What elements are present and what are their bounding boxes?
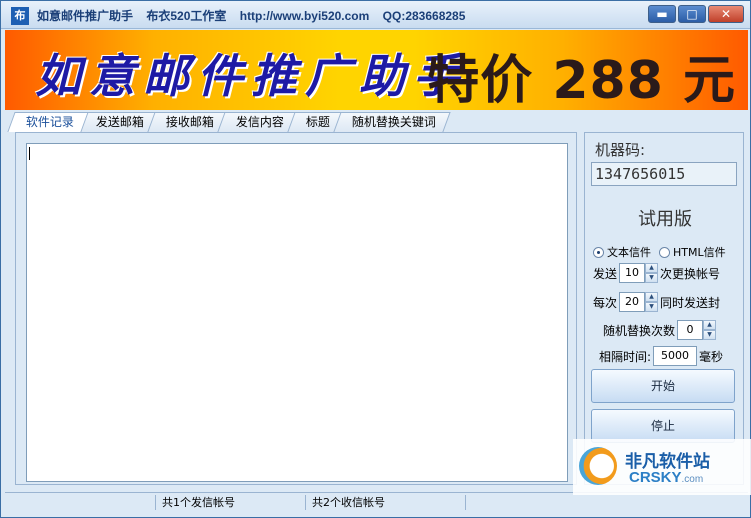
spin-down-icon[interactable]: ▼ bbox=[703, 330, 717, 340]
machine-code-label: 机器码: bbox=[595, 141, 646, 159]
interval-field[interactable]: 5000 bbox=[653, 346, 698, 366]
watermark: 非凡软件站 CRSKY.com bbox=[573, 439, 751, 495]
banner-product-name: 如意邮件推广助手 bbox=[35, 49, 467, 103]
status-bar: 共1个发信帐号 共2个收信帐号 bbox=[5, 492, 748, 512]
send-count-stepper[interactable]: 10 ▲ ▼ bbox=[619, 263, 659, 283]
random-replace-label: 随机替换次数 bbox=[603, 323, 676, 338]
log-textarea[interactable] bbox=[26, 143, 568, 482]
random-replace-row: 随机替换次数 0 ▲ ▼ bbox=[603, 320, 718, 340]
spin-up-icon[interactable]: ▲ bbox=[703, 320, 717, 330]
tab-random-keywords[interactable]: 随机替换关键词 bbox=[333, 112, 451, 132]
tab-panel bbox=[15, 132, 577, 485]
mail-format-options: 文本信件 HTML信件 bbox=[593, 244, 726, 260]
tab-receive-mailbox[interactable]: 接收邮箱 bbox=[147, 112, 229, 132]
tab-mail-content[interactable]: 发信内容 bbox=[217, 112, 299, 132]
machine-code-field[interactable]: 1347656015 bbox=[591, 162, 737, 186]
maximize-button[interactable]: □ bbox=[678, 5, 706, 23]
studio-name: 布衣520工作室 bbox=[146, 9, 227, 23]
minimize-button[interactable]: ▬ bbox=[648, 5, 676, 23]
spin-up-icon[interactable]: ▲ bbox=[645, 263, 659, 273]
qq-number: QQ:283668285 bbox=[382, 9, 466, 23]
random-replace-stepper[interactable]: 0 ▲ ▼ bbox=[677, 320, 717, 340]
window-title: 如意邮件推广助手 布衣520工作室 http://www.byi520.com … bbox=[37, 7, 475, 24]
crsky-logo-icon bbox=[579, 447, 617, 485]
interval-row: 相隔时间: 5000 毫秒 bbox=[599, 346, 723, 366]
tab-strip: 软件记录 发送邮箱 接收邮箱 发信内容 标题 随机替换关键词 bbox=[7, 112, 451, 132]
each-suffix-label: 同时发送封 bbox=[660, 295, 721, 310]
app-icon: 布 bbox=[11, 7, 29, 25]
batch-count-value[interactable]: 20 bbox=[619, 292, 646, 312]
send-suffix-label: 次更换帐号 bbox=[660, 266, 721, 281]
edition-label: 试用版 bbox=[638, 209, 692, 230]
start-button[interactable]: 开始 bbox=[591, 369, 735, 403]
app-title: 如意邮件推广助手 bbox=[37, 9, 134, 23]
close-button[interactable]: ✕ bbox=[708, 5, 744, 23]
send-count-row: 发送 10 ▲ ▼ 次更换帐号 bbox=[593, 263, 720, 283]
control-panel: 机器码: 1347656015 试用版 文本信件 HTML信件 发送 10 ▲ ▼… bbox=[584, 132, 744, 485]
batch-count-row: 每次 20 ▲ ▼ 同时发送封 bbox=[593, 292, 720, 312]
status-send-accounts: 共1个发信帐号 bbox=[155, 495, 305, 510]
radio-html-mail-label: HTML信件 bbox=[673, 246, 726, 259]
interval-label: 相隔时间: bbox=[599, 349, 652, 364]
text-caret bbox=[29, 147, 30, 160]
status-empty-segment bbox=[465, 495, 565, 510]
tab-send-mailbox[interactable]: 发送邮箱 bbox=[77, 112, 159, 132]
window-controls: ▬ □ ✕ bbox=[648, 5, 744, 23]
tab-software-log[interactable]: 软件记录 bbox=[7, 112, 89, 132]
radio-html-mail[interactable] bbox=[659, 246, 670, 258]
status-recv-accounts: 共2个收信帐号 bbox=[305, 495, 465, 510]
interval-unit: 毫秒 bbox=[699, 349, 724, 364]
spin-down-icon[interactable]: ▼ bbox=[645, 273, 659, 283]
radio-text-mail-label: 文本信件 bbox=[607, 246, 651, 259]
send-prefix-label: 发送 bbox=[593, 266, 618, 281]
app-window: 布 如意邮件推广助手 布衣520工作室 http://www.byi520.co… bbox=[0, 0, 751, 518]
radio-text-mail[interactable] bbox=[593, 246, 604, 258]
spin-down-icon[interactable]: ▼ bbox=[645, 302, 659, 312]
batch-count-stepper[interactable]: 20 ▲ ▼ bbox=[619, 292, 659, 312]
spin-up-icon[interactable]: ▲ bbox=[645, 292, 659, 302]
send-count-value[interactable]: 10 bbox=[619, 263, 646, 283]
title-bar[interactable]: 布 如意邮件推广助手 布衣520工作室 http://www.byi520.co… bbox=[1, 1, 750, 29]
random-replace-value[interactable]: 0 bbox=[677, 320, 704, 340]
banner-price: 特价 288 元 bbox=[427, 51, 736, 110]
stop-button[interactable]: 停止 bbox=[591, 409, 735, 443]
promo-banner: 如意邮件推广助手 特价 288 元 bbox=[5, 30, 748, 110]
watermark-en: CRSKY.com bbox=[629, 469, 704, 486]
each-prefix-label: 每次 bbox=[593, 295, 618, 310]
studio-url: http://www.byi520.com bbox=[239, 9, 370, 23]
